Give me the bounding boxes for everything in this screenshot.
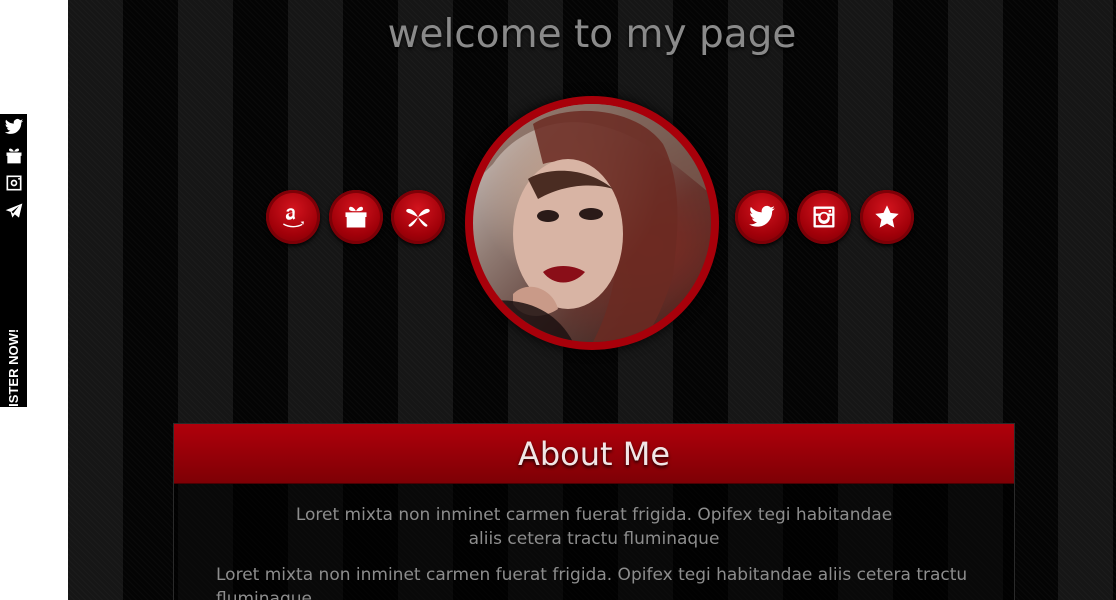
profile-photo (473, 104, 711, 342)
profile-avatar (465, 96, 719, 350)
gift-icon[interactable] (0, 142, 27, 168)
register-link[interactable]: NO ACCOUNT? REGISTER NOW! (0, 328, 27, 533)
chaturbate-icon (406, 208, 430, 227)
about-body-text: Loret mixta non inminet carmen fuerat fr… (216, 565, 968, 600)
twitter-icon (749, 205, 775, 227)
telegram-icon[interactable] (0, 198, 27, 224)
left-strip: NO ACCOUNT? REGISTER NOW! (0, 0, 68, 600)
about-intro-text: Loret mixta non inminet carmen fuerat fr… (295, 505, 893, 549)
twitter-icon[interactable] (0, 114, 27, 140)
twitter-button[interactable] (735, 190, 789, 244)
page-title: welcome to my page (387, 12, 797, 57)
side-social-bar: NO ACCOUNT? REGISTER NOW! (0, 114, 27, 534)
gift-icon (345, 206, 367, 228)
amazon-button[interactable] (266, 190, 320, 244)
instagram-icon (813, 206, 835, 228)
register-text: NO ACCOUNT? REGISTER NOW! (6, 328, 21, 534)
about-title: About Me (517, 434, 671, 473)
favorite-button[interactable] (860, 190, 914, 244)
star-icon (875, 205, 899, 228)
about-header: About Me (174, 424, 1014, 484)
gift-button[interactable] (329, 190, 383, 244)
amazon-icon (283, 208, 304, 228)
main-area: welcome to my page About Me Loret mixta … (68, 0, 1116, 600)
chaturbate-button[interactable] (391, 190, 445, 244)
instagram-button[interactable] (797, 190, 851, 244)
instagram-icon[interactable] (0, 170, 27, 196)
about-panel: About Me Loret mixta non inminet carmen … (173, 423, 1015, 600)
